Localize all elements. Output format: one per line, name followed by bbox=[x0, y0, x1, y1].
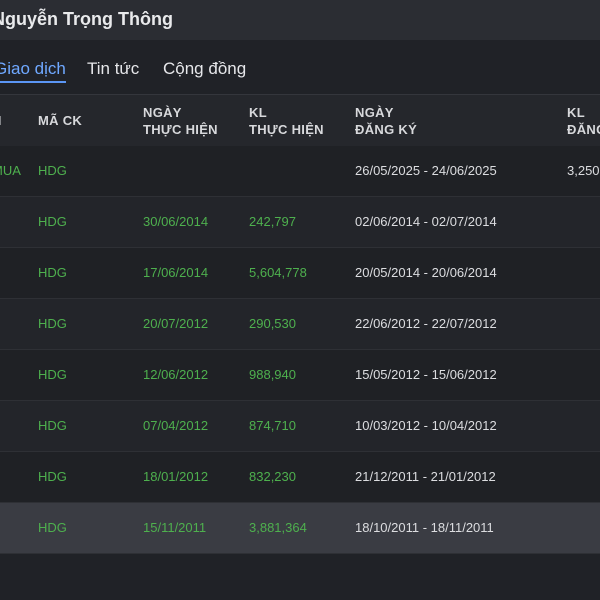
column-header-reg-date-line2: ĐĂNG KÝ bbox=[355, 122, 418, 137]
column-header-exec-qty-line1: KL bbox=[249, 105, 267, 120]
cell-exec-qty: 5,604,778 bbox=[249, 265, 307, 280]
tab-tin-tuc[interactable]: Tin tức bbox=[87, 59, 139, 79]
column-header-reg-qty-line2: ĐĂNG bbox=[567, 122, 600, 137]
cell-exec-date: 30/06/2014 bbox=[143, 214, 209, 229]
cell-exec-qty: 832,230 bbox=[249, 469, 296, 484]
cell-reg-period: 20/05/2014 - 20/06/2014 bbox=[355, 265, 497, 280]
cell-exec-date: 12/06/2012 bbox=[143, 367, 209, 382]
cell-exec-date: 07/04/2012 bbox=[143, 418, 209, 433]
cell-exec-date: 15/11/2011 bbox=[143, 520, 207, 535]
cell-exec-qty: 988,940 bbox=[249, 367, 296, 382]
tab-giao-dich[interactable]: Giao dịch bbox=[0, 59, 66, 83]
cell-reg-qty: 3,250 bbox=[567, 163, 600, 178]
table-row[interactable]: HDG 12/06/2012 988,940 15/05/2012 - 15/0… bbox=[0, 350, 600, 401]
cell-reg-period: 18/10/2011 - 18/11/2011 bbox=[355, 520, 494, 535]
cell-code: HDG bbox=[38, 367, 67, 382]
column-header-code[interactable]: MÃ CK bbox=[38, 112, 82, 129]
transaction-table-body: MUA HDG 26/05/2025 - 24/06/2025 3,250 HD… bbox=[0, 146, 600, 554]
table-row[interactable]: HDG 18/01/2012 832,230 21/12/2011 - 21/0… bbox=[0, 452, 600, 503]
column-header-exec-date[interactable]: NGÀY THỰC HIỆN bbox=[143, 104, 218, 138]
cell-code: HDG bbox=[38, 214, 67, 229]
cell-exec-qty: 3,881,364 bbox=[249, 520, 307, 535]
cell-code: HDG bbox=[38, 418, 67, 433]
cell-reg-period: 10/03/2012 - 10/04/2012 bbox=[355, 418, 497, 433]
column-header-type-line1: H bbox=[0, 112, 2, 129]
cell-reg-period: 21/12/2011 - 21/01/2012 bbox=[355, 469, 496, 484]
cell-reg-period: 02/06/2014 - 02/07/2014 bbox=[355, 214, 497, 229]
cell-exec-qty: 874,710 bbox=[249, 418, 296, 433]
cell-code: HDG bbox=[38, 163, 67, 178]
column-header-type[interactable]: H bbox=[0, 112, 2, 129]
cell-type: MUA bbox=[0, 163, 21, 178]
cell-reg-period: 15/05/2012 - 15/06/2012 bbox=[355, 367, 497, 382]
column-header-exec-date-line1: NGÀY bbox=[143, 105, 182, 120]
cell-exec-date: 18/01/2012 bbox=[143, 469, 209, 484]
page-title: Nguyễn Trọng Thông bbox=[0, 9, 173, 29]
table-header: H MÃ CK NGÀY THỰC HIỆN KL THỰC HIỆN NGÀY… bbox=[0, 95, 600, 146]
cell-exec-qty: 242,797 bbox=[249, 214, 296, 229]
page: Nguyễn Trọng Thông Giao dịch Tin tức Cộn… bbox=[0, 0, 600, 600]
table-row[interactable]: HDG 20/07/2012 290,530 22/06/2012 - 22/0… bbox=[0, 299, 600, 350]
column-header-reg-qty-line1: KL bbox=[567, 105, 585, 120]
column-header-exec-date-line2: THỰC HIỆN bbox=[143, 122, 218, 137]
cell-reg-period: 26/05/2025 - 24/06/2025 bbox=[355, 163, 497, 178]
table-row[interactable]: HDG 17/06/2014 5,604,778 20/05/2014 - 20… bbox=[0, 248, 600, 299]
cell-code: HDG bbox=[38, 265, 67, 280]
column-header-exec-qty-line2: THỰC HIỆN bbox=[249, 122, 324, 137]
cell-exec-date: 17/06/2014 bbox=[143, 265, 209, 280]
tab-cong-dong[interactable]: Cộng đồng bbox=[163, 59, 246, 79]
title-bar: Nguyễn Trọng Thông bbox=[0, 0, 600, 41]
column-header-code-line1: MÃ CK bbox=[38, 113, 83, 128]
column-header-exec-qty[interactable]: KL THỰC HIỆN bbox=[249, 104, 324, 138]
table-row[interactable]: HDG 30/06/2014 242,797 02/06/2014 - 02/0… bbox=[0, 197, 600, 248]
cell-code: HDG bbox=[38, 520, 67, 535]
cell-exec-qty: 290,530 bbox=[249, 316, 296, 331]
column-header-reg-date-line1: NGÀY bbox=[355, 105, 394, 120]
tab-bar: Giao dịch Tin tức Cộng đồng bbox=[0, 40, 600, 95]
cell-code: HDG bbox=[38, 469, 67, 484]
table-row-selected[interactable]: HDG 15/11/2011 3,881,364 18/10/2011 - 18… bbox=[0, 503, 600, 554]
column-header-reg-date[interactable]: NGÀY ĐĂNG KÝ bbox=[355, 104, 417, 138]
cell-exec-date: 20/07/2012 bbox=[143, 316, 209, 331]
column-header-reg-qty[interactable]: KL ĐĂNG bbox=[567, 104, 600, 138]
table-row[interactable]: MUA HDG 26/05/2025 - 24/06/2025 3,250 bbox=[0, 146, 600, 197]
table-row[interactable]: HDG 07/04/2012 874,710 10/03/2012 - 10/0… bbox=[0, 401, 600, 452]
cell-reg-period: 22/06/2012 - 22/07/2012 bbox=[355, 316, 497, 331]
cell-code: HDG bbox=[38, 316, 67, 331]
